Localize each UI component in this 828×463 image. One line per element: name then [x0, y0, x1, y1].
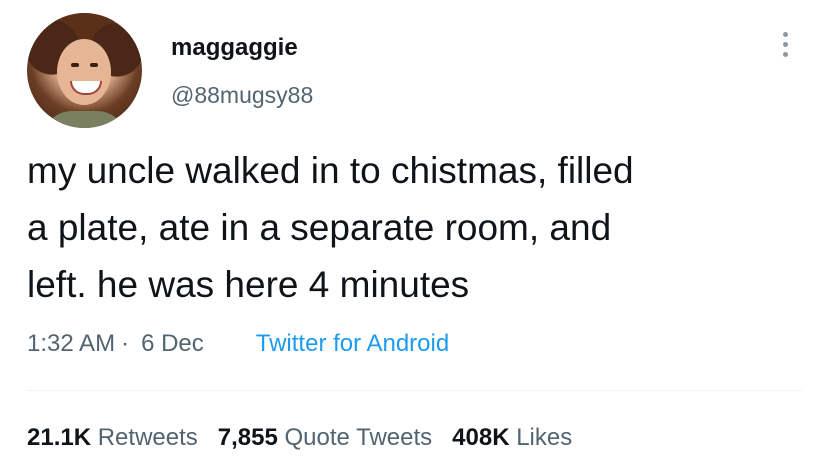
quote-tweets-label: Quote Tweets: [284, 424, 433, 451]
retweets-label: Retweets: [97, 424, 198, 451]
avatar-eye-right: [90, 63, 98, 67]
more-icon-dot: [782, 32, 788, 37]
retweets-stat[interactable]: 21.1K Retweets: [27, 424, 218, 451]
tweet-date[interactable]: 6 Dec: [141, 330, 204, 357]
avatar-eye-left: [71, 63, 79, 67]
tweet-metadata: 1:32 AM · 6 Dec Twitter for Android: [27, 330, 449, 358]
avatar[interactable]: [27, 13, 142, 128]
more-vertical-icon[interactable]: [778, 32, 792, 64]
likes-stat[interactable]: 408K Likes: [452, 424, 592, 451]
retweets-count: 21.1K: [27, 424, 92, 451]
tweet-text-line: left. he was here 4 minutes: [27, 264, 470, 305]
tweet-card: maggaggie @88mugsy88 my uncle walked in …: [0, 0, 828, 463]
tweet-text-line: a plate, ate in a separate room, and: [27, 207, 612, 248]
divider: [27, 390, 802, 391]
quote-tweets-count: 7,855: [217, 424, 278, 451]
display-name[interactable]: maggaggie: [171, 34, 298, 62]
more-icon-dot: [782, 52, 788, 57]
tweet-text-line: my uncle walked in to chistmas, filled: [27, 150, 634, 191]
tweet-time[interactable]: 1:32 AM: [27, 330, 115, 357]
tweet-text: my uncle walked in to chistmas, filled a…: [27, 142, 812, 313]
meta-separator: ·: [121, 330, 130, 357]
likes-count: 408K: [452, 424, 510, 451]
user-handle[interactable]: @88mugsy88: [171, 82, 313, 109]
quote-tweets-stat[interactable]: 7,855 Quote Tweets: [218, 424, 452, 451]
engagement-stats: 21.1K Retweets 7,855 Quote Tweets 408K Lik…: [27, 424, 592, 452]
avatar-face: [57, 39, 111, 105]
tweet-source-link[interactable]: Twitter for Android: [256, 330, 449, 357]
more-icon-dot: [782, 42, 788, 47]
likes-label: Likes: [516, 424, 573, 451]
